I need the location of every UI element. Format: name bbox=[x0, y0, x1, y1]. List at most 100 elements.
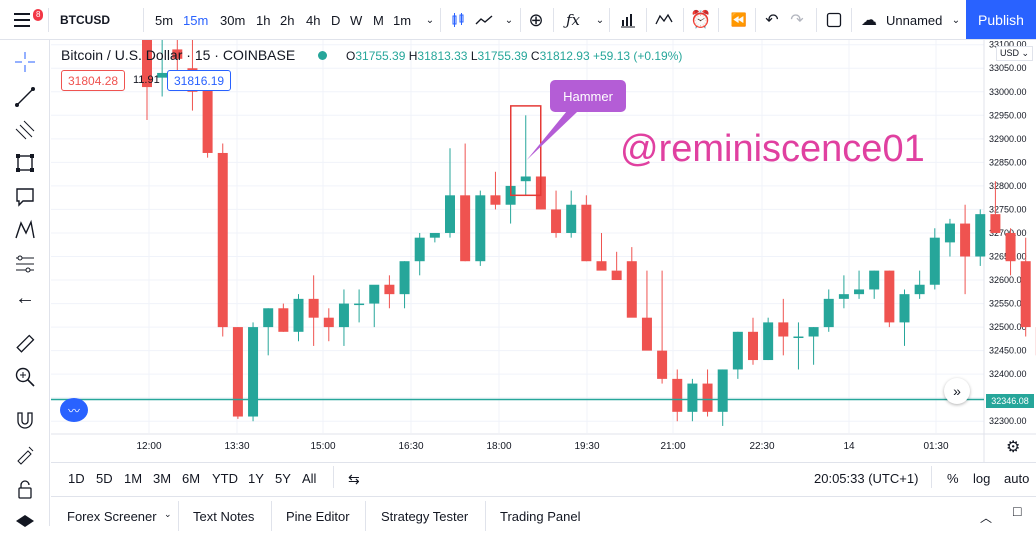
menu-icon-bar bbox=[14, 19, 30, 21]
fib-retracement-icon[interactable] bbox=[12, 117, 38, 143]
prediction-icon[interactable] bbox=[12, 251, 38, 277]
go-to-date-icon[interactable]: ⇆ bbox=[348, 471, 360, 488]
clock-timezone[interactable]: 20:05:33 (UTC+1) bbox=[814, 471, 918, 486]
financials-icon[interactable] bbox=[616, 9, 640, 31]
tab-trading-panel[interactable]: Trading Panel bbox=[500, 509, 580, 524]
text-note-icon[interactable] bbox=[12, 184, 38, 210]
chevron-down-icon[interactable]: ⌄ bbox=[944, 9, 968, 31]
drawing-toolbar: ← bbox=[0, 40, 50, 526]
tab-forex-screener[interactable]: Forex Screener bbox=[67, 509, 157, 524]
range-ytd[interactable]: YTD bbox=[212, 471, 238, 486]
range-1y[interactable]: 1Y bbox=[248, 471, 264, 486]
percent-scale-toggle[interactable]: % bbox=[947, 471, 959, 486]
divider bbox=[143, 8, 144, 32]
price-tick-label: 32400.00 bbox=[989, 369, 1027, 379]
tab-strategy-tester[interactable]: Strategy Tester bbox=[381, 509, 468, 524]
range-all[interactable]: All bbox=[302, 471, 316, 486]
chart-pane[interactable]: 33100.0033050.0033000.0032950.0032900.00… bbox=[51, 40, 1036, 462]
candle-body bbox=[233, 327, 243, 416]
chevron-down-icon[interactable]: ⌄ bbox=[164, 509, 172, 520]
layout-name[interactable]: Unnamed bbox=[886, 13, 942, 28]
candle-body bbox=[900, 294, 910, 322]
timeframe-1m[interactable]: 1m bbox=[393, 13, 411, 28]
range-5y[interactable]: 5Y bbox=[275, 471, 291, 486]
candle-body bbox=[627, 261, 637, 317]
fullscreen-icon[interactable] bbox=[822, 9, 846, 31]
timeframe-2h[interactable]: 2h bbox=[280, 13, 294, 28]
line-chart-icon[interactable] bbox=[472, 9, 496, 31]
back-arrow-icon[interactable]: ← bbox=[12, 285, 38, 311]
replay-icon[interactable]: ⏪ bbox=[727, 9, 751, 31]
tab-pine-editor[interactable]: Pine Editor bbox=[286, 509, 350, 524]
range-3m[interactable]: 3M bbox=[153, 471, 171, 486]
symbol-search[interactable]: BTCUSD bbox=[60, 13, 110, 27]
lock-icon[interactable] bbox=[12, 476, 38, 502]
crosshair-icon[interactable] bbox=[12, 49, 38, 75]
candle-body bbox=[415, 238, 425, 262]
range-6m[interactable]: 6M bbox=[182, 471, 200, 486]
divider bbox=[365, 501, 366, 531]
auto-scale-toggle[interactable]: auto bbox=[1004, 471, 1029, 486]
trend-line-icon[interactable] bbox=[12, 84, 38, 110]
candle-body bbox=[581, 205, 591, 261]
alert-icon[interactable]: ⏰ bbox=[689, 9, 713, 31]
timeframe-w[interactable]: W bbox=[350, 13, 362, 28]
current-price-label: 32346.08 bbox=[986, 394, 1034, 408]
range-1d[interactable]: 1D bbox=[68, 471, 85, 486]
timeframe-1h[interactable]: 1h bbox=[256, 13, 270, 28]
candle-body bbox=[915, 285, 925, 294]
maximize-icon[interactable]: □ bbox=[1013, 503, 1021, 519]
candle-body bbox=[839, 294, 849, 299]
menu-icon-bar bbox=[14, 25, 30, 27]
candles-icon[interactable] bbox=[446, 9, 470, 31]
range-1m[interactable]: 1M bbox=[124, 471, 142, 486]
candle-body bbox=[1006, 233, 1016, 261]
timeframe-4h[interactable]: 4h bbox=[306, 13, 320, 28]
candle-body bbox=[854, 289, 864, 294]
chevron-down-icon[interactable]: ⌄ bbox=[418, 9, 442, 31]
chevron-down-icon[interactable]: ⌄ bbox=[497, 9, 521, 31]
undo-icon[interactable]: ↶ bbox=[760, 9, 784, 31]
price-tick-label: 32950.00 bbox=[989, 110, 1027, 120]
indicators-icon[interactable]: ƒx bbox=[561, 9, 585, 31]
add-compare-icon[interactable]: ⊕ bbox=[524, 9, 548, 31]
candle-body bbox=[521, 176, 531, 181]
menu-button[interactable]: 8 bbox=[8, 6, 38, 34]
rectangle-icon[interactable] bbox=[12, 150, 38, 176]
visibility-icon[interactable] bbox=[12, 508, 38, 534]
range-5d[interactable]: 5D bbox=[96, 471, 113, 486]
tab-text-notes[interactable]: Text Notes bbox=[193, 509, 254, 524]
timeframe-15m[interactable]: 15m bbox=[183, 13, 208, 28]
pattern-icon[interactable] bbox=[12, 217, 38, 243]
timeframe-m[interactable]: M bbox=[373, 13, 384, 28]
redo-icon[interactable]: ↷ bbox=[785, 9, 809, 31]
candle-body bbox=[460, 195, 470, 261]
candlestick-chart[interactable]: 33100.0033050.0033000.0032950.0032900.00… bbox=[51, 40, 1036, 462]
timeframe-5m[interactable]: 5m bbox=[155, 13, 173, 28]
timeframe-30m[interactable]: 30m bbox=[220, 13, 245, 28]
templates-icon[interactable] bbox=[652, 9, 676, 31]
currency-selector[interactable]: USD ⌄ bbox=[996, 46, 1033, 61]
candle-body bbox=[733, 332, 743, 370]
candle-body bbox=[218, 153, 228, 327]
divider bbox=[178, 501, 179, 531]
timeframe-d[interactable]: D bbox=[331, 13, 340, 28]
zoom-in-icon[interactable] bbox=[12, 364, 38, 390]
ruler-icon[interactable] bbox=[12, 331, 38, 357]
chevron-up-icon[interactable]: ︿ bbox=[980, 509, 992, 526]
candle-body bbox=[778, 322, 788, 336]
magnet-icon[interactable] bbox=[12, 407, 38, 433]
sell-price-button[interactable]: 31804.28 bbox=[61, 70, 125, 91]
symbol-title: Bitcoin / U.S. Dollar · 15 · COINBASE bbox=[61, 47, 295, 63]
publish-button[interactable]: Publish bbox=[966, 0, 1036, 39]
buy-price-button[interactable]: 31816.19 bbox=[167, 70, 231, 91]
lock-drawing-icon[interactable] bbox=[12, 441, 38, 467]
time-tick-label: 16:30 bbox=[398, 441, 423, 452]
divider bbox=[520, 8, 521, 32]
candle-body bbox=[263, 308, 273, 327]
tradingview-logo-icon[interactable]: 〰 bbox=[60, 398, 88, 422]
log-scale-toggle[interactable]: log bbox=[973, 471, 990, 486]
hammer-callout[interactable]: Hammer bbox=[550, 80, 626, 112]
settings-gear-icon[interactable]: ⚙ bbox=[1006, 437, 1020, 457]
scroll-to-realtime-button[interactable]: » bbox=[944, 378, 970, 404]
